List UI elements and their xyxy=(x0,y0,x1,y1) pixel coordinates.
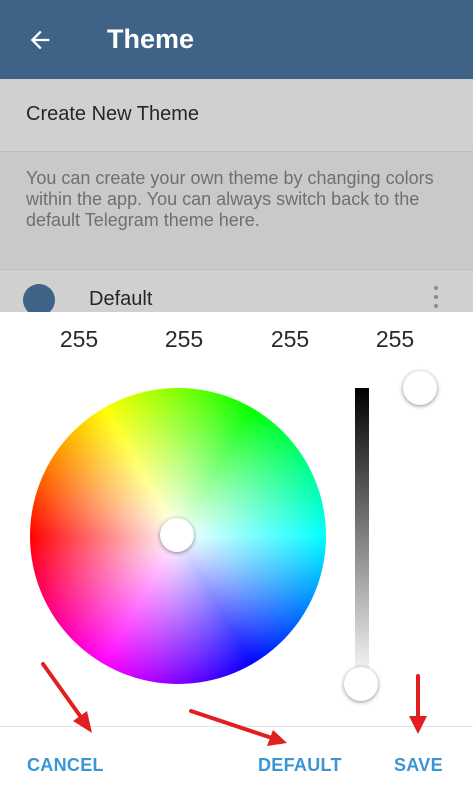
alpha-value: 255 xyxy=(375,326,415,352)
dialog-divider xyxy=(0,726,473,727)
alpha-slider-handle[interactable] xyxy=(403,371,437,405)
create-theme-row[interactable]: Create New Theme xyxy=(0,79,473,152)
more-vertical-icon[interactable] xyxy=(426,284,446,312)
blue-value: 255 xyxy=(270,326,310,352)
brightness-slider[interactable] xyxy=(355,388,369,684)
red-value: 255 xyxy=(59,326,99,352)
color-wheel-handle[interactable] xyxy=(160,518,194,552)
theme-item-default[interactable]: Default xyxy=(0,270,473,312)
green-value: 255 xyxy=(164,326,204,352)
theme-hint: You can create your own theme by changin… xyxy=(0,152,473,270)
back-button[interactable] xyxy=(18,20,62,60)
color-picker-dialog: 255 255 255 255 CANCEL DEFAULT SAVE xyxy=(0,312,473,800)
rgba-values: 255 255 255 255 xyxy=(0,322,473,356)
theme-color-dot xyxy=(23,284,55,312)
cancel-button[interactable]: CANCEL xyxy=(27,753,104,777)
brightness-slider-handle[interactable] xyxy=(344,667,378,701)
theme-name: Default xyxy=(89,288,153,310)
settings-list: Create New Theme You can create your own… xyxy=(0,79,473,312)
arrow-left-icon xyxy=(30,30,50,50)
default-button[interactable]: DEFAULT xyxy=(258,753,342,777)
save-button[interactable]: SAVE xyxy=(394,753,443,777)
page-title: Theme xyxy=(107,24,195,54)
create-theme-label: Create New Theme xyxy=(26,103,200,125)
app-bar: Theme xyxy=(0,0,473,79)
theme-hint-text: You can create your own theme by changin… xyxy=(26,168,434,230)
